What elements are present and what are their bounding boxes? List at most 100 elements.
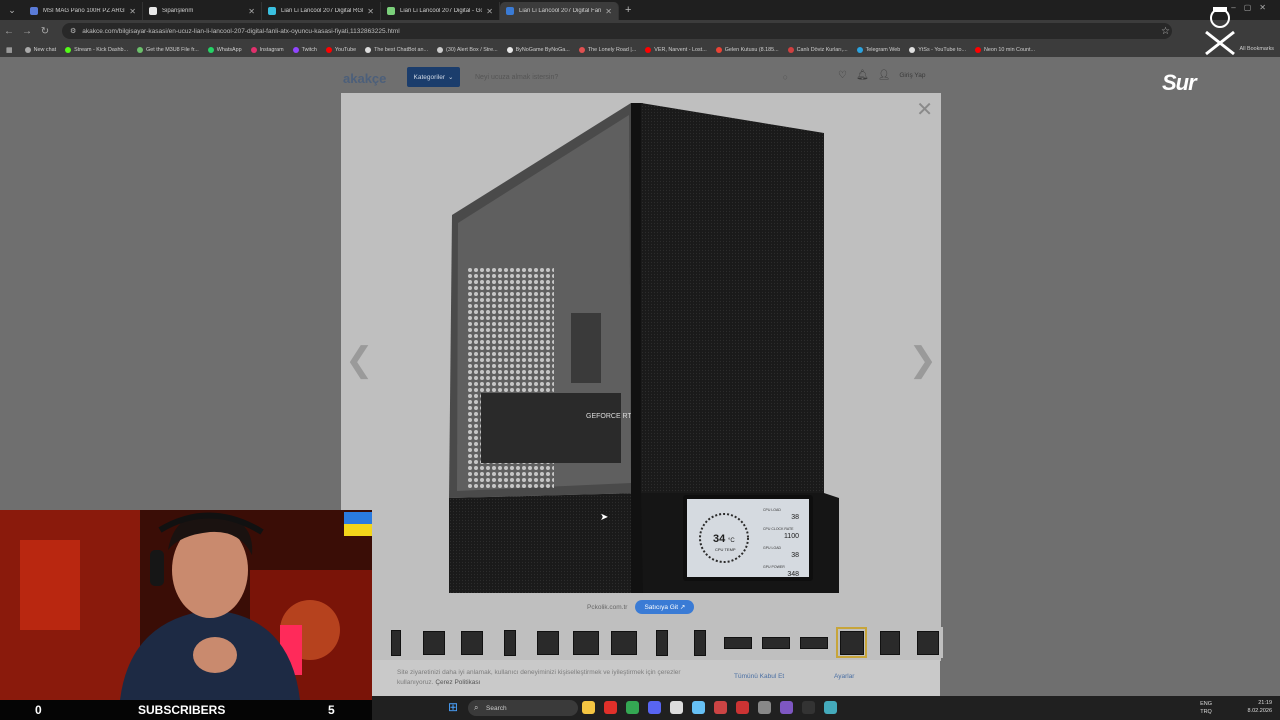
thumbnail[interactable] bbox=[494, 627, 525, 658]
user-icon[interactable]: 👤︎ bbox=[878, 70, 891, 81]
audio-app-icon[interactable] bbox=[714, 701, 727, 714]
thumbnail-image bbox=[390, 629, 401, 656]
bookmark-item[interactable]: WhatsApp bbox=[207, 46, 242, 53]
tab-favicon-icon bbox=[149, 7, 157, 15]
obs-icon[interactable] bbox=[802, 701, 815, 714]
thumbnail-image bbox=[655, 629, 668, 656]
bookmark-item[interactable]: YtSs - YouTube to... bbox=[909, 46, 966, 53]
bookmark-item[interactable]: Neon 10 min Count... bbox=[975, 46, 1035, 53]
seller-name[interactable]: Pckolik.com.tr bbox=[587, 604, 627, 611]
webcam-overlay bbox=[0, 510, 372, 700]
bookmark-item[interactable]: Gelen Kutusu (8.185... bbox=[715, 46, 779, 53]
streamer-camera-image bbox=[0, 510, 372, 700]
bookmark-star-icon[interactable]: ☆ bbox=[1161, 26, 1170, 37]
thumbnail[interactable] bbox=[684, 627, 715, 658]
lcd-stat-label: GPU LOAD bbox=[763, 546, 782, 550]
browser-tab[interactable]: MSI MAG Pano 100R PZ ARGB ✕ bbox=[24, 2, 143, 20]
bookmark-item[interactable]: YouTube bbox=[325, 46, 356, 53]
bookmark-item[interactable]: Canlı Döviz Kurları,... bbox=[787, 46, 848, 53]
bookmark-label: The best ChatBot an... bbox=[374, 46, 429, 53]
thumbnail-image bbox=[536, 630, 559, 655]
bookmark-item[interactable]: Stream - Kick Dashb... bbox=[65, 46, 128, 53]
thumbnail[interactable] bbox=[760, 627, 791, 658]
go-to-seller-button[interactable]: Satıcıya Git ↗ bbox=[635, 600, 695, 614]
steam-icon[interactable] bbox=[692, 701, 705, 714]
bookmark-favicon-icon bbox=[715, 46, 722, 53]
chrome-icon[interactable] bbox=[626, 701, 639, 714]
thumbnail[interactable] bbox=[912, 627, 943, 658]
bell-icon[interactable]: 🔔︎ bbox=[856, 70, 869, 81]
bookmark-item[interactable]: The Lonely Road |... bbox=[578, 46, 637, 53]
tab-search-chevron-icon[interactable]: ⌄ bbox=[0, 0, 24, 20]
search-icon[interactable]: ○ bbox=[783, 72, 788, 82]
cookie-policy-link[interactable]: Çerez Politikası bbox=[435, 679, 480, 686]
cookie-settings-button[interactable]: Ayarlar bbox=[834, 673, 854, 680]
apps-grid-icon[interactable]: ▦ bbox=[6, 46, 13, 54]
browser-tab[interactable]: Lian Li Lancool 207 Digital Fanl ✕ bbox=[500, 2, 619, 20]
bookmark-item[interactable]: The best ChatBot an... bbox=[365, 46, 429, 53]
lcd-temp-label: CPU TEMP bbox=[715, 547, 736, 552]
bookmark-favicon-icon bbox=[856, 46, 863, 53]
thumbnail[interactable] bbox=[608, 627, 639, 658]
address-bar[interactable]: ⚙ akakce.com/bilgisayar-kasasi/en-ucuz-l… bbox=[62, 23, 1172, 39]
bookmark-item[interactable]: Instagram bbox=[250, 46, 284, 53]
taskbar-search[interactable]: ⌕ Search bbox=[468, 700, 578, 716]
bookmark-item[interactable]: ByNoGame ByNoGa... bbox=[506, 46, 570, 53]
browser-tab[interactable]: Siparişlerim ✕ bbox=[143, 2, 262, 20]
file-explorer-icon[interactable] bbox=[582, 701, 595, 714]
language-indicator[interactable]: ENG TRQ bbox=[1200, 700, 1212, 716]
tab-close-icon[interactable]: ✕ bbox=[367, 7, 374, 16]
gallery-icon[interactable] bbox=[824, 701, 837, 714]
windows-start-icon[interactable]: ⊞ bbox=[448, 700, 458, 714]
new-tab-plus-icon[interactable]: + bbox=[625, 4, 631, 16]
bookmark-item[interactable]: (30) Alert Box / Stre... bbox=[437, 46, 498, 53]
all-bookmarks-button[interactable]: All Bookmarks bbox=[1240, 46, 1274, 52]
lcd-stat-value: 348 bbox=[787, 571, 799, 578]
categories-button[interactable]: Kategoriler ⌄ bbox=[407, 67, 460, 87]
bookmark-item[interactable]: Get the M3U8 File fr... bbox=[137, 46, 199, 53]
tab-close-icon[interactable]: ✕ bbox=[129, 7, 136, 16]
browser-tab[interactable]: Lian Li Lancool 207 Digital - Go ✕ bbox=[381, 2, 500, 20]
thumbnail[interactable] bbox=[646, 627, 677, 658]
bookmark-item[interactable]: Telegram Web bbox=[856, 46, 900, 53]
search-icon: ⌕ bbox=[474, 703, 479, 712]
settings-icon[interactable] bbox=[758, 701, 771, 714]
tab-close-icon[interactable]: ✕ bbox=[248, 7, 255, 16]
bookmark-label: The Lonely Road |... bbox=[587, 46, 637, 53]
browser-icon[interactable] bbox=[780, 701, 793, 714]
thumbnail[interactable] bbox=[532, 627, 563, 658]
opera-icon[interactable] bbox=[604, 701, 617, 714]
thumbnail[interactable] bbox=[418, 627, 449, 658]
site-info-icon[interactable]: ⚙ bbox=[70, 27, 76, 35]
reload-icon[interactable]: ↻ bbox=[36, 26, 54, 37]
thumbnail-image bbox=[723, 636, 752, 649]
tab-close-icon[interactable]: ✕ bbox=[486, 7, 493, 16]
lang-secondary: TRQ bbox=[1200, 709, 1212, 715]
forward-arrow-icon[interactable]: → bbox=[18, 26, 36, 37]
discord-icon[interactable] bbox=[648, 701, 661, 714]
accept-all-button[interactable]: Tümünü Kabul Et bbox=[734, 673, 784, 680]
bookmark-item[interactable]: New chat bbox=[24, 46, 56, 53]
bookmark-item[interactable]: VER, Narvent - Lost... bbox=[645, 46, 707, 53]
site-logo[interactable]: akakçe bbox=[343, 71, 386, 86]
browser-tab[interactable]: Lian Li Lancool 207 Digital RGB ✕ bbox=[262, 2, 381, 20]
thumbnail[interactable] bbox=[722, 627, 753, 658]
bookmark-label: VER, Narvent - Lost... bbox=[654, 46, 707, 53]
thumbnail[interactable] bbox=[798, 627, 829, 658]
login-link[interactable]: Giriş Yap bbox=[899, 72, 925, 79]
heart-icon[interactable]: ♡ bbox=[838, 70, 847, 81]
thumbnail[interactable] bbox=[836, 627, 867, 658]
thumbnail-strip bbox=[380, 627, 943, 658]
tab-close-icon[interactable]: ✕ bbox=[605, 7, 612, 16]
site-search-input[interactable]: Neyi ucuza almak istersin? ○ bbox=[466, 67, 796, 87]
thumbnail[interactable] bbox=[380, 627, 411, 658]
thumbnail[interactable] bbox=[570, 627, 601, 658]
back-arrow-icon[interactable]: ← bbox=[0, 26, 18, 37]
windows-taskbar: ⊞ ⌕ Search ENG TRQ 21:19 8.02.2026 bbox=[372, 696, 1280, 720]
thumbnail[interactable] bbox=[456, 627, 487, 658]
bookmark-item[interactable]: Twitch bbox=[292, 46, 317, 53]
clock[interactable]: 21:19 8.02.2026 bbox=[1248, 699, 1272, 715]
epic-games-icon[interactable] bbox=[670, 701, 683, 714]
thumbnail[interactable] bbox=[874, 627, 905, 658]
mail-icon[interactable] bbox=[736, 701, 749, 714]
